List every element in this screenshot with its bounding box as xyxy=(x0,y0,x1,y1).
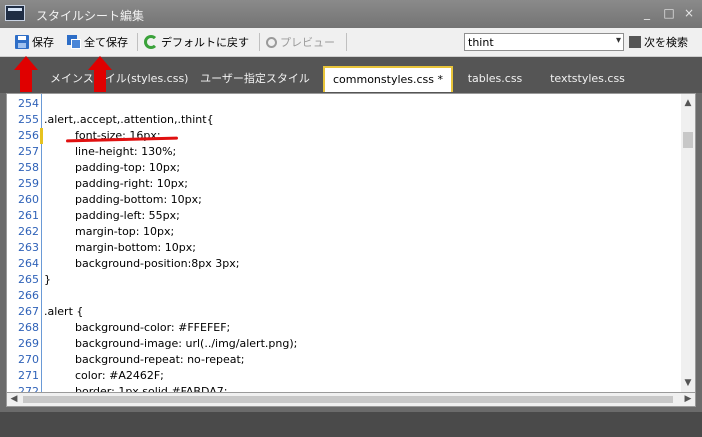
code-line[interactable]: 258 padding-top: 10px; xyxy=(7,160,683,176)
line-number: 268 xyxy=(18,321,39,334)
code-text: } xyxy=(44,273,51,286)
find-next-label: 次を検索 xyxy=(644,36,688,49)
reset-default-label: デフォルトに戻す xyxy=(161,36,249,49)
code-line[interactable]: 264 background-position:8px 3px; xyxy=(7,256,683,272)
line-number: 259 xyxy=(18,177,39,190)
code-line[interactable]: 257 line-height: 130%; xyxy=(7,144,683,160)
code-text: .alert { xyxy=(44,305,84,318)
line-number: 270 xyxy=(18,353,39,366)
code-line[interactable]: 256 font-size: 16px; xyxy=(7,128,683,144)
find-next-button[interactable]: 次を検索 xyxy=(629,32,688,52)
minimize-button[interactable]: _ xyxy=(640,6,654,20)
code-text: padding-bottom: 10px; xyxy=(75,193,202,206)
code-line[interactable]: 259 padding-right: 10px; xyxy=(7,176,683,192)
code-text: .alert,.accept,.attention,.thint{ xyxy=(44,113,214,126)
line-number: 257 xyxy=(18,145,39,158)
scroll-down-icon[interactable]: ▼ xyxy=(681,376,695,390)
preview-button[interactable]: プレビュー xyxy=(266,32,335,52)
toolbar-separator xyxy=(137,33,138,51)
save-all-label: 全て保存 xyxy=(84,36,128,49)
tab-main-style[interactable]: メインスタイル(styles.css) xyxy=(50,67,188,91)
code-text: padding-top: 10px; xyxy=(75,161,181,174)
chevron-down-icon[interactable]: ▾ xyxy=(616,35,621,46)
code-text: padding-right: 10px; xyxy=(75,177,188,190)
tab-textstyles[interactable]: textstyles.css xyxy=(545,67,630,91)
code-text: background-repeat: no-repeat; xyxy=(75,353,245,366)
code-text: background-color: #FFEFEF; xyxy=(75,321,231,334)
annotation-arrow-save-all xyxy=(88,56,112,92)
code-text: margin-top: 10px; xyxy=(75,225,175,238)
vertical-scrollbar[interactable]: ▲ ▼ xyxy=(681,94,695,392)
save-label: 保存 xyxy=(32,36,54,49)
toolbar-separator xyxy=(346,33,347,51)
code-line[interactable]: 263 margin-bottom: 10px; xyxy=(7,240,683,256)
refresh-icon xyxy=(144,35,158,49)
line-number: 254 xyxy=(18,97,39,110)
line-number: 260 xyxy=(18,193,39,206)
magnifier-icon xyxy=(266,36,277,48)
line-number: 262 xyxy=(18,225,39,238)
scroll-thumb[interactable] xyxy=(683,132,693,148)
tab-user-style[interactable]: ユーザー指定スタイル xyxy=(195,67,315,91)
code-text: line-height: 130%; xyxy=(75,145,177,158)
save-icon xyxy=(15,35,29,49)
reset-default-button[interactable]: デフォルトに戻す xyxy=(144,32,249,52)
code-line[interactable]: 260 padding-bottom: 10px; xyxy=(7,192,683,208)
line-number: 258 xyxy=(18,161,39,174)
code-line[interactable]: 271 color: #A2462F; xyxy=(7,368,683,384)
code-line[interactable]: 255 .alert,.accept,.attention,.thint{ xyxy=(7,112,683,128)
status-bar xyxy=(0,412,702,437)
close-button[interactable]: × xyxy=(682,6,696,20)
binoculars-icon xyxy=(629,36,641,48)
code-line[interactable]: 265} xyxy=(7,272,683,288)
code-text: margin-bottom: 10px; xyxy=(75,241,196,254)
code-line[interactable]: 266 xyxy=(7,288,683,304)
line-number: 264 xyxy=(18,257,39,270)
line-number: 267 xyxy=(18,305,39,318)
code-text: border: 1px solid #FABDA7; xyxy=(75,385,228,393)
code-line[interactable]: 268 background-color: #FFEFEF; xyxy=(7,320,683,336)
line-number: 256 xyxy=(18,129,39,142)
code-text: padding-left: 55px; xyxy=(75,209,180,222)
line-number: 269 xyxy=(18,337,39,350)
scroll-left-icon[interactable]: ◀ xyxy=(7,393,21,406)
maximize-button[interactable]: □ xyxy=(662,6,676,20)
code-line[interactable]: 254 xyxy=(7,96,683,112)
horizontal-scroll-thumb[interactable] xyxy=(23,396,673,403)
save-button[interactable]: 保存 xyxy=(15,32,54,52)
scroll-right-icon[interactable]: ▶ xyxy=(681,393,695,406)
line-number: 272 xyxy=(18,385,39,393)
search-value: thint xyxy=(468,36,494,49)
line-number: 261 xyxy=(18,209,39,222)
search-combobox[interactable]: thint ▾ xyxy=(464,33,624,51)
code-line[interactable]: 272 border: 1px solid #FABDA7; xyxy=(7,384,683,393)
annotation-arrow-save xyxy=(14,56,38,92)
save-all-icon xyxy=(67,35,81,49)
toolbar-separator xyxy=(259,33,260,51)
code-line[interactable]: 261 padding-left: 55px; xyxy=(7,208,683,224)
code-text: color: #A2462F; xyxy=(75,369,164,382)
code-text: background-position:8px 3px; xyxy=(75,257,240,270)
line-number: 255 xyxy=(18,113,39,126)
scroll-up-icon[interactable]: ▲ xyxy=(681,96,695,110)
code-line[interactable]: 270 background-repeat: no-repeat; xyxy=(7,352,683,368)
line-number: 265 xyxy=(18,273,39,286)
app-icon xyxy=(5,5,25,21)
line-number: 266 xyxy=(18,289,39,302)
line-number: 263 xyxy=(18,241,39,254)
modified-line-marker xyxy=(40,128,43,144)
horizontal-scrollbar[interactable]: ◀ ▶ xyxy=(6,393,696,407)
code-line[interactable]: 262 margin-top: 10px; xyxy=(7,224,683,240)
title-bar: スタイルシート編集 _ □ × xyxy=(0,0,702,28)
code-line[interactable]: 269 background-image: url(../img/alert.pn… xyxy=(7,336,683,352)
save-all-button[interactable]: 全て保存 xyxy=(67,32,128,52)
tab-commonstyles[interactable]: commonstyles.css * xyxy=(323,66,453,92)
code-text: background-image: url(../img/alert.png); xyxy=(75,337,298,350)
line-number: 271 xyxy=(18,369,39,382)
preview-label: プレビュー xyxy=(280,36,335,49)
code-line[interactable]: 267 .alert { xyxy=(7,304,683,320)
tab-tables[interactable]: tables.css xyxy=(460,67,530,91)
window-title: スタイルシート編集 xyxy=(36,9,145,23)
